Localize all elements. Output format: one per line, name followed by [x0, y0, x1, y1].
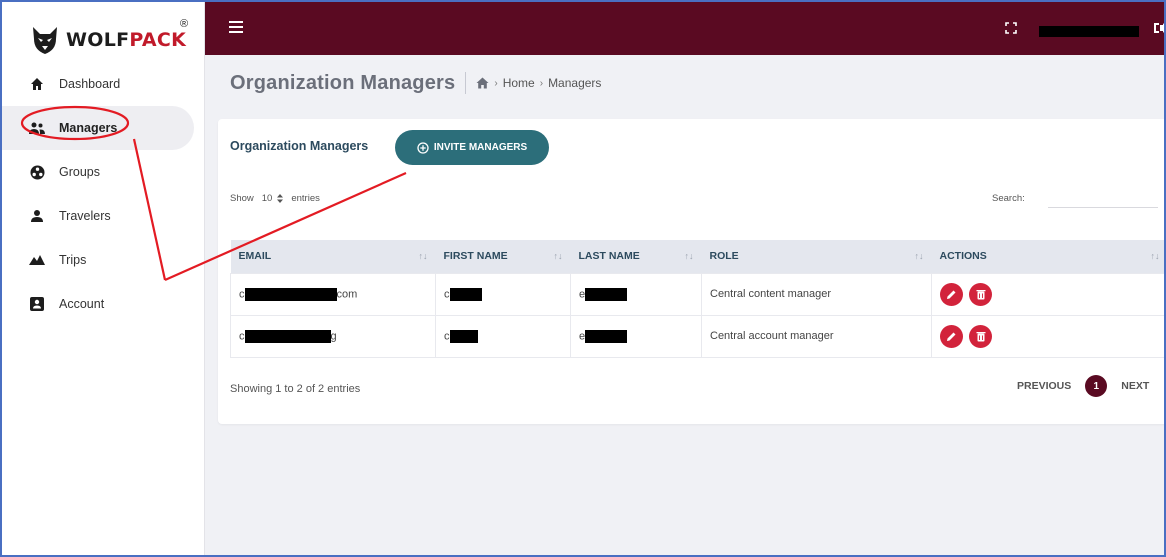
managers-card: Organization Managers INVITE MANAGERS Sh…: [218, 119, 1164, 424]
sidebar-nav: Dashboard Managers Groups Travelers Trip…: [2, 62, 205, 326]
sort-updown-icon: [277, 194, 284, 203]
sidebar-item-groups[interactable]: Groups: [2, 150, 205, 194]
sidebar-item-label: Groups: [59, 165, 100, 179]
managers-icon: [29, 120, 45, 136]
table-row: cg c e Central account manager: [230, 314, 1164, 358]
entries-label: entries: [291, 193, 320, 204]
edit-button[interactable]: [940, 324, 963, 348]
header-divider: [465, 72, 467, 94]
card-title: Organization Managers: [230, 139, 369, 153]
entries-length-control: Show 10 entries: [230, 193, 320, 204]
sort-icon: ↑↓: [1150, 251, 1160, 261]
user-name-redacted[interactable]: [1039, 26, 1139, 37]
table-row: c com c e Central content manager: [230, 272, 1164, 316]
trips-icon: [29, 252, 45, 268]
delete-button[interactable]: [969, 324, 993, 348]
page-title: Organization Managers: [230, 71, 456, 94]
col-role[interactable]: ROLE ↑↓: [701, 240, 932, 273]
account-icon: [29, 296, 45, 312]
sort-icon: ↑↓: [418, 251, 428, 261]
col-last-name[interactable]: LAST NAME ↑↓: [570, 240, 702, 273]
search-label: Search:: [992, 193, 1025, 204]
col-email[interactable]: EMAIL ↑↓: [230, 240, 436, 273]
breadcrumb-managers: Managers: [548, 76, 602, 90]
last-name-cell: e: [570, 272, 702, 316]
redacted-block: [244, 329, 331, 343]
actions-cell: [931, 314, 1164, 358]
trash-icon: [976, 289, 986, 299]
redacted-block: [244, 287, 337, 301]
invite-managers-label: INVITE MANAGERS: [433, 142, 528, 153]
home-breadcrumb-icon[interactable]: [476, 77, 489, 89]
pencil-icon: [947, 332, 956, 341]
trash-icon: [976, 331, 986, 341]
logout-icon[interactable]: [1153, 21, 1166, 35]
role-cell: Central account manager: [701, 314, 932, 358]
email-cell: c com: [230, 272, 436, 316]
show-label: Show: [230, 193, 254, 204]
page-1-button[interactable]: 1: [1085, 375, 1108, 397]
registered-mark: ®: [180, 18, 189, 30]
last-name-cell: e: [570, 314, 702, 358]
fullscreen-icon[interactable]: [1005, 22, 1017, 34]
redacted-block: [585, 287, 628, 301]
next-button[interactable]: NEXT: [1121, 380, 1149, 392]
entries-info: Showing 1 to 2 of 2 entries: [230, 383, 361, 395]
sort-icon: ↑↓: [684, 251, 694, 261]
previous-button[interactable]: PREVIOUS: [1017, 380, 1071, 392]
managers-table: EMAIL ↑↓ FIRST NAME ↑↓ LAST NAME ↑↓ ROLE ↑↓ …: [230, 240, 1164, 358]
app-window: WOLFPACK ® Dashboard Managers Groups Tra…: [0, 0, 1166, 557]
role-cell: Central content manager: [701, 272, 932, 316]
breadcrumb-home[interactable]: Home: [503, 76, 535, 90]
brand-name: WOLFPACK: [66, 29, 187, 51]
sidebar: WOLFPACK ® Dashboard Managers Groups Tra…: [2, 2, 205, 555]
sidebar-item-trips[interactable]: Trips: [2, 238, 205, 282]
table-header-row: EMAIL ↑↓ FIRST NAME ↑↓ LAST NAME ↑↓ ROLE ↑↓ …: [230, 240, 1164, 273]
breadcrumb-separator: ›: [539, 77, 544, 89]
hamburger-menu-icon[interactable]: [229, 21, 243, 33]
edit-button[interactable]: [940, 282, 963, 306]
wolf-logo-icon: [33, 27, 57, 54]
sidebar-item-managers[interactable]: Managers: [2, 106, 194, 150]
redacted-block: [585, 329, 628, 343]
sort-icon: ↑↓: [553, 251, 563, 261]
traveler-icon: [29, 208, 45, 224]
delete-button[interactable]: [969, 282, 993, 306]
email-cell: cg: [230, 314, 436, 358]
first-name-cell: c: [435, 272, 571, 316]
home-icon: [29, 76, 45, 92]
first-name-cell: c: [435, 314, 571, 358]
redacted-block: [449, 329, 478, 343]
top-bar: [205, 2, 1164, 55]
sidebar-item-travelers[interactable]: Travelers: [2, 194, 205, 238]
actions-cell: [931, 272, 1164, 316]
sidebar-item-label: Account: [59, 297, 105, 311]
breadcrumb-separator: ›: [494, 77, 498, 89]
sidebar-item-dashboard[interactable]: Dashboard: [2, 62, 205, 106]
page-header: Organization Managers › Home › Managers: [230, 70, 601, 96]
sidebar-item-label: Dashboard: [59, 77, 121, 91]
sidebar-item-label: Travelers: [59, 209, 111, 223]
pagination: PREVIOUS 1 NEXT: [1017, 375, 1149, 397]
sidebar-item-label: Managers: [59, 121, 118, 135]
col-first-name[interactable]: FIRST NAME ↑↓: [435, 240, 571, 273]
breadcrumb: › Home › Managers: [476, 76, 601, 90]
col-actions[interactable]: ACTIONS ↑↓: [931, 240, 1164, 273]
groups-icon: [29, 164, 45, 180]
search-input[interactable]: [1048, 192, 1158, 208]
entries-select[interactable]: 10: [258, 193, 288, 204]
redacted-block: [449, 287, 482, 301]
pencil-icon: [947, 290, 956, 299]
sidebar-item-label: Trips: [59, 253, 87, 267]
sidebar-item-account[interactable]: Account: [2, 282, 205, 326]
sort-icon: ↑↓: [914, 251, 924, 261]
invite-managers-button[interactable]: INVITE MANAGERS: [395, 130, 549, 165]
brand-logo[interactable]: WOLFPACK ®: [30, 18, 189, 60]
plus-circle-icon: [417, 141, 429, 154]
